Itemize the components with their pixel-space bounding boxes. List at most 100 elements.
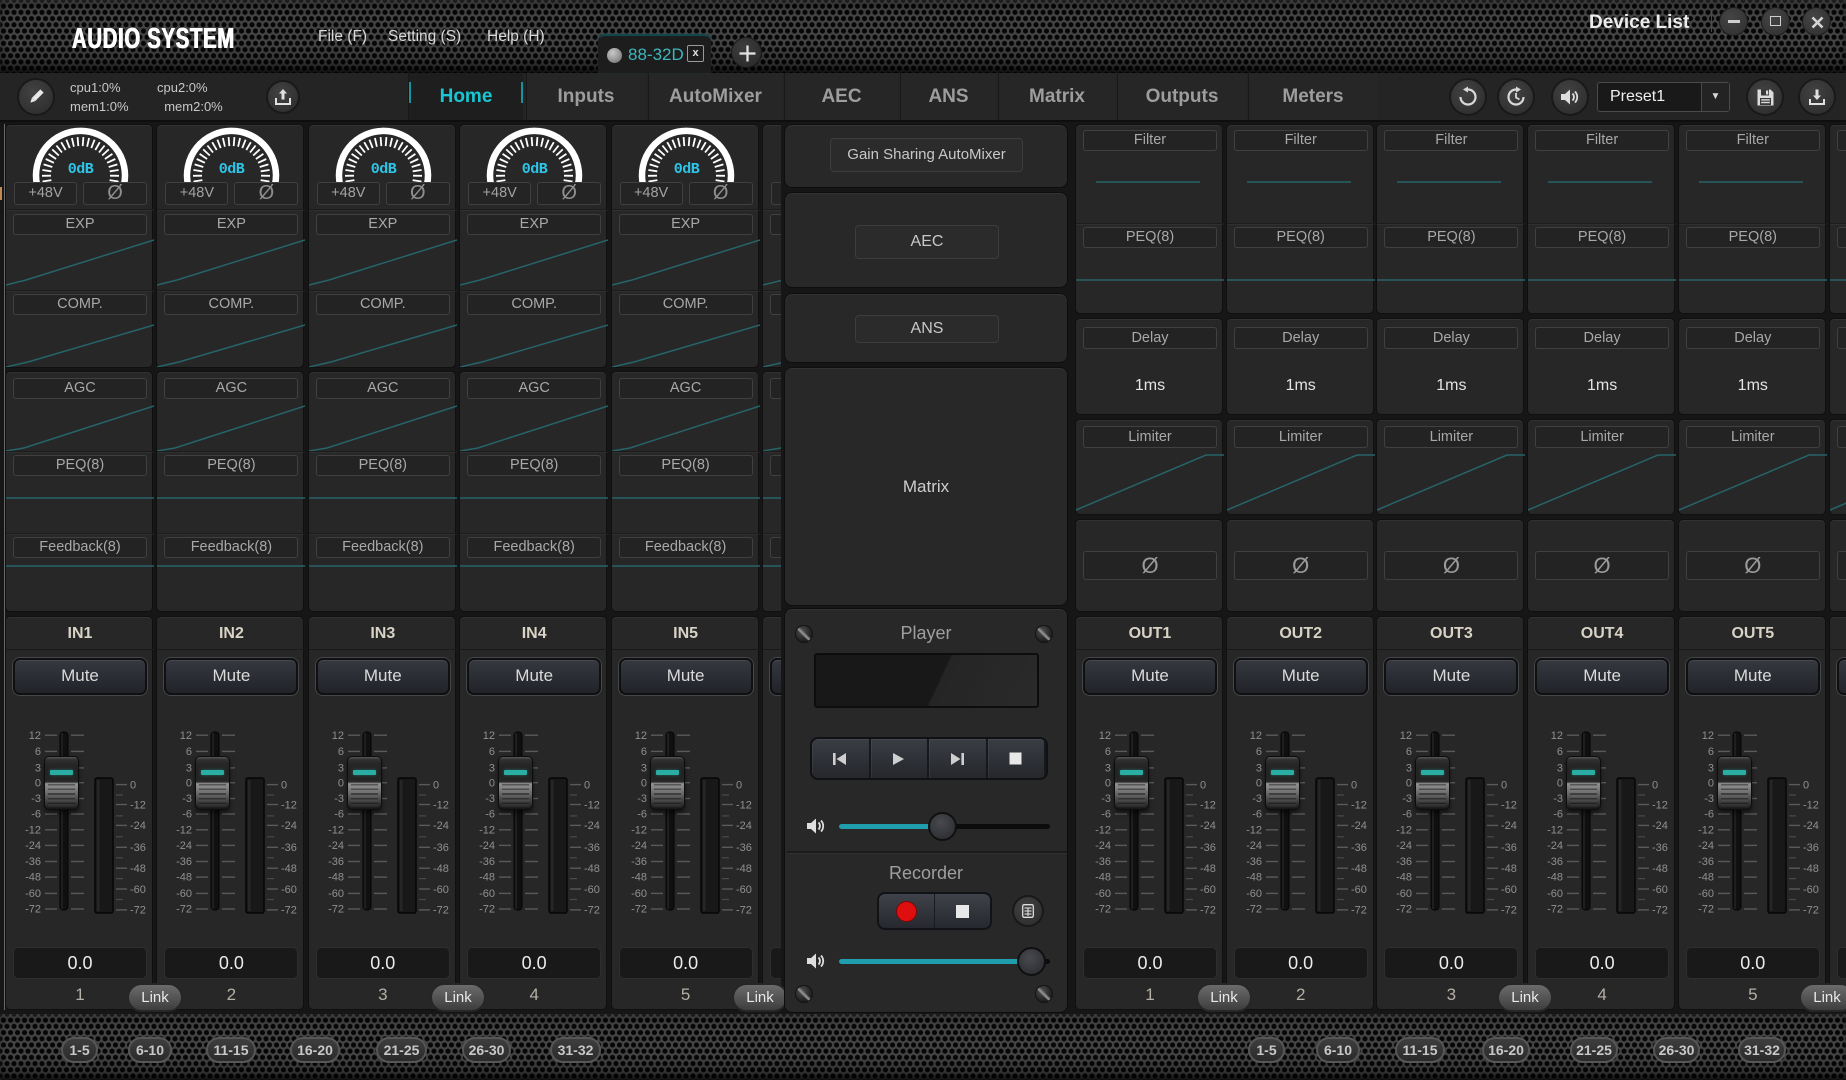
svg-text:0: 0 [186,777,192,789]
svg-text:-60: -60 [25,888,41,900]
svg-text:-72: -72 [1652,905,1668,917]
svg-text:0: 0 [1351,779,1357,791]
svg-text:-48: -48 [281,863,297,875]
svg-text:-36: -36 [1501,842,1517,854]
svg-text:-6: -6 [1403,809,1413,821]
svg-text:6: 6 [489,746,495,758]
svg-text:-72: -72 [1803,905,1819,917]
svg-text:0: 0 [1406,777,1412,789]
svg-text:-3: -3 [637,793,647,805]
svg-text:-72: -72 [25,904,41,916]
svg-text:12: 12 [483,730,495,742]
svg-text:-48: -48 [479,872,495,884]
svg-text:-12: -12 [584,799,600,811]
svg-text:-48: -48 [328,872,344,884]
svg-text:-48: -48 [130,863,146,875]
svg-text:-48: -48 [1200,863,1216,875]
svg-text:0: 0 [1803,779,1809,791]
svg-text:-12: -12 [1547,824,1563,836]
svg-text:-36: -36 [479,856,495,868]
svg-text:-24: -24 [433,820,449,832]
svg-text:12: 12 [1400,730,1412,742]
svg-text:-72: -72 [479,904,495,916]
svg-text:6: 6 [1105,746,1111,758]
svg-text:3: 3 [489,763,495,775]
svg-text:-36: -36 [1547,856,1563,868]
svg-text:3: 3 [1557,763,1563,775]
svg-text:6: 6 [35,746,41,758]
svg-text:-60: -60 [281,884,297,896]
svg-text:-3: -3 [183,793,193,805]
svg-text:-24: -24 [176,840,192,852]
svg-text:-60: -60 [1246,888,1262,900]
svg-text:-60: -60 [1351,884,1367,896]
svg-text:-72: -72 [1396,904,1412,916]
svg-text:-12: -12 [1351,799,1367,811]
svg-text:-48: -48 [631,872,647,884]
svg-text:3: 3 [338,763,344,775]
svg-text:0: 0 [1105,777,1111,789]
svg-text:6: 6 [186,746,192,758]
svg-text:12: 12 [1551,730,1563,742]
svg-text:-60: -60 [631,888,647,900]
svg-text:12: 12 [1099,730,1111,742]
svg-text:-12: -12 [433,799,449,811]
svg-text:-72: -72 [1246,904,1262,916]
svg-text:-12: -12 [631,824,647,836]
svg-text:-12: -12 [1200,799,1216,811]
svg-text:0dB: 0dB [673,161,699,178]
svg-text:0dB: 0dB [522,161,548,178]
svg-text:-24: -24 [1351,820,1367,832]
svg-text:-24: -24 [1396,840,1412,852]
svg-text:-48: -48 [1652,863,1668,875]
svg-text:0dB: 0dB [371,161,397,178]
svg-text:12: 12 [634,730,646,742]
svg-text:-36: -36 [1095,856,1111,868]
svg-text:-36: -36 [1200,842,1216,854]
svg-text:-72: -72 [1501,905,1517,917]
svg-text:-48: -48 [736,863,752,875]
svg-text:-48: -48 [1095,872,1111,884]
svg-text:0: 0 [584,779,590,791]
svg-text:0: 0 [640,777,646,789]
svg-text:-12: -12 [1246,824,1262,836]
svg-text:-60: -60 [1095,888,1111,900]
svg-text:-72: -72 [1698,904,1714,916]
svg-text:-24: -24 [1698,840,1714,852]
svg-text:-24: -24 [1803,820,1819,832]
svg-text:0dB: 0dB [219,161,245,178]
svg-text:-3: -3 [1403,793,1413,805]
svg-text:0dB: 0dB [68,161,94,178]
svg-text:-3: -3 [31,793,41,805]
svg-text:-6: -6 [31,809,41,821]
svg-text:-3: -3 [1101,793,1111,805]
svg-text:-36: -36 [631,856,647,868]
svg-text:-24: -24 [1095,840,1111,852]
svg-text:-48: -48 [1246,872,1262,884]
svg-text:-12: -12 [736,799,752,811]
svg-text:0: 0 [1652,779,1658,791]
svg-text:12: 12 [29,730,41,742]
svg-text:-48: -48 [433,863,449,875]
svg-text:-12: -12 [130,799,146,811]
svg-text:-60: -60 [328,888,344,900]
svg-text:0: 0 [1708,777,1714,789]
svg-text:-72: -72 [433,905,449,917]
svg-text:-60: -60 [1547,888,1563,900]
svg-text:3: 3 [1105,763,1111,775]
svg-text:0: 0 [338,777,344,789]
svg-text:-12: -12 [1698,824,1714,836]
svg-text:-36: -36 [1698,856,1714,868]
svg-text:0: 0 [1256,777,1262,789]
svg-text:-36: -36 [176,856,192,868]
svg-text:-24: -24 [1246,840,1262,852]
svg-text:-24: -24 [1547,840,1563,852]
svg-text:-36: -36 [736,842,752,854]
svg-text:0: 0 [433,779,439,791]
svg-text:-36: -36 [433,842,449,854]
svg-text:-48: -48 [176,872,192,884]
svg-text:-60: -60 [1803,884,1819,896]
svg-text:-36: -36 [130,842,146,854]
svg-text:0: 0 [1501,779,1507,791]
svg-text:-72: -72 [1095,904,1111,916]
